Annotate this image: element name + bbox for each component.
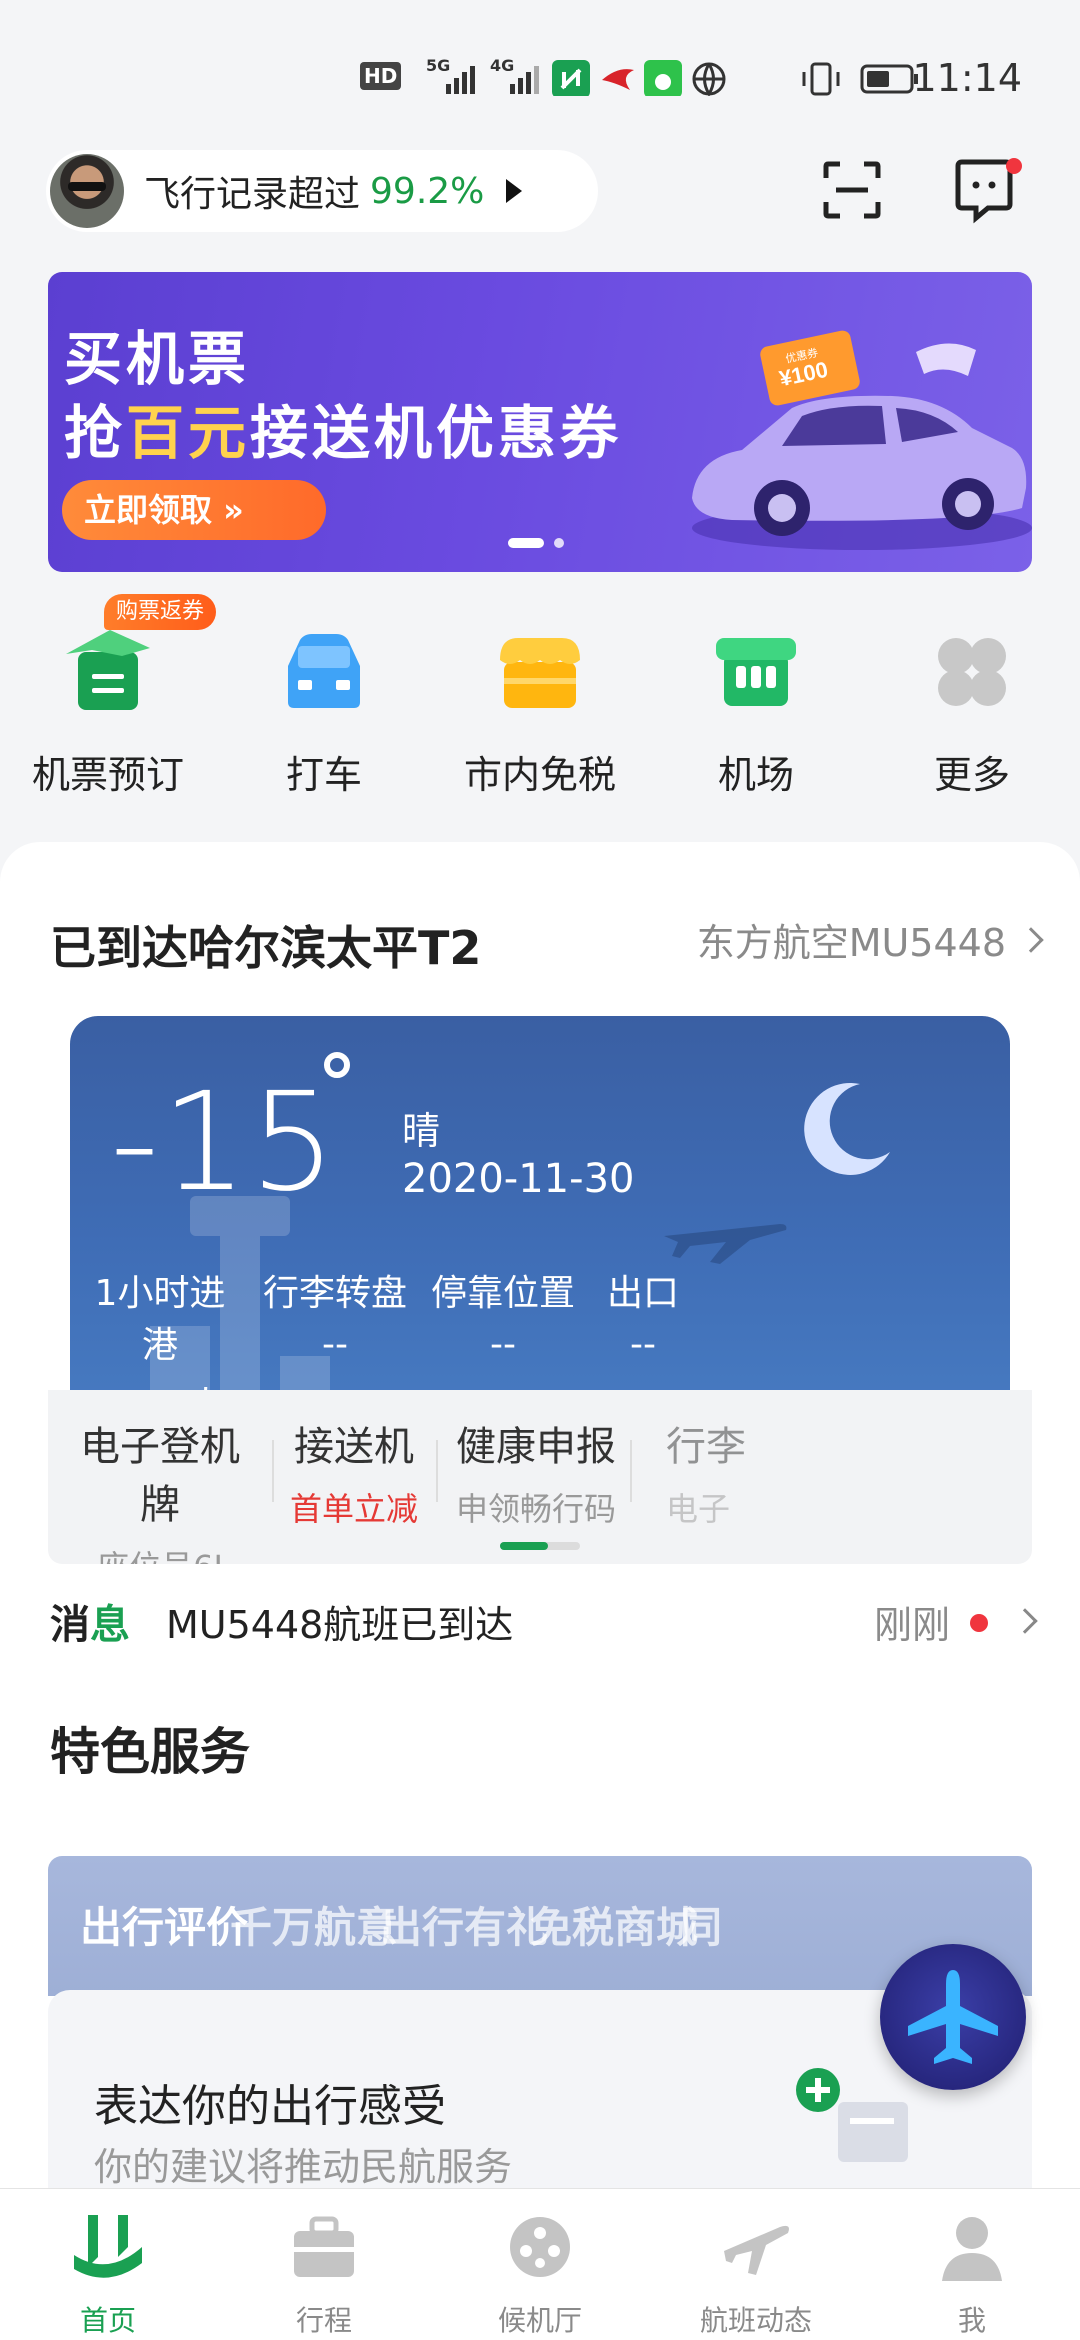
flight-record-pill[interactable]: 飞行记录超过 99.2%: [46, 150, 598, 232]
message-text: MU5448航班已到达: [166, 1603, 514, 1647]
quick-item-airport[interactable]: 机场: [656, 596, 856, 797]
unread-dot: [970, 1614, 988, 1632]
quick-item-taxi[interactable]: 打车: [224, 596, 424, 797]
globe-icon: [692, 62, 726, 96]
app-notify-icon: [552, 60, 590, 96]
wechat-notify-icon: [644, 60, 682, 96]
nav-itinerary[interactable]: 行程: [216, 2189, 432, 2340]
quick-item-duty-free[interactable]: 市内免税: [440, 596, 640, 797]
service-health-declaration[interactable]: 健康申报 申领畅行码: [444, 1414, 628, 1530]
person-icon: [942, 2217, 1002, 2281]
feature-card-subtitle: 你的建议将推动民航服务: [94, 2145, 513, 2189]
message-time: 刚刚: [873, 1603, 950, 1647]
service-baggage[interactable]: 行李 电子: [666, 1414, 776, 1530]
moon-icon: [804, 1082, 890, 1175]
stat-gate-position: 停靠位置 --: [430, 1273, 575, 1365]
tab-more[interactable]: 同: [680, 1894, 722, 1955]
plane-icon: [908, 1970, 998, 2064]
clock: 11:14: [912, 56, 1022, 100]
battery-icon: [860, 64, 918, 94]
nav-lounge[interactable]: 候机厅: [432, 2189, 648, 2340]
car-illustration-icon: ¥100 优惠券: [692, 330, 1032, 550]
car-icon: [288, 634, 360, 708]
more-grid-icon: [938, 638, 1006, 706]
quick-label: 机票预订: [31, 753, 184, 797]
stat-exit: 出口 --: [606, 1273, 679, 1365]
nav-flight-status[interactable]: 航班动态: [648, 2189, 864, 2340]
weather-condition: 晴: [402, 1109, 441, 1153]
chevron-right-icon: [1018, 926, 1044, 953]
status-bar: HD 5G 4G 11:14: [0, 0, 1080, 150]
arrival-title: 已到达哈尔滨太平T2: [50, 921, 482, 975]
promo-banner[interactable]: 买机票 抢百元接送机优惠券 立即领取 » ¥100 优惠券: [48, 272, 1032, 572]
floating-plane-button[interactable]: [880, 1944, 1026, 2090]
banner-pager: [508, 538, 564, 548]
signal-bars-icon: [446, 66, 475, 94]
luggage-icon: [294, 2216, 354, 2277]
quick-label: 更多: [933, 753, 1010, 797]
plane-silhouette-icon: [664, 1224, 787, 1264]
vibrate-icon: [802, 62, 840, 96]
message-label: 消息: [50, 1602, 130, 1648]
stat-baggage-carousel: 行李转盘 --: [262, 1273, 407, 1365]
featured-services-title: 特色服务: [50, 1723, 250, 1781]
scroll-indicator: [500, 1542, 580, 1550]
quick-item-more[interactable]: 更多: [872, 596, 1072, 797]
quick-label: 市内免税: [463, 753, 616, 797]
hd-icon: HD: [360, 62, 402, 90]
plane-icon: [724, 2225, 789, 2275]
banner-headline: 买机票: [64, 325, 251, 393]
airport-icon: [716, 638, 796, 706]
promo-badge: 购票返券: [104, 594, 217, 630]
claim-button[interactable]: 立即领取 »: [62, 480, 326, 540]
chevron-right-icon: [1012, 1608, 1038, 1634]
flight-info-link[interactable]: 东方航空MU5448: [697, 912, 1044, 967]
quick-label: 机场: [717, 753, 794, 797]
service-pickup[interactable]: 接送机 首单立减: [280, 1414, 428, 1530]
feature-card-title: 表达你的出行感受: [94, 2081, 446, 2132]
home-logo-icon: [74, 2215, 142, 2278]
play-arrow-icon: [506, 179, 523, 203]
banner-subheadline: 抢百元接送机优惠券: [64, 399, 623, 467]
flight-record-percent: 99.2%: [370, 170, 485, 212]
tab-duty-free-mall[interactable]: 免税商城: [530, 1894, 698, 1955]
signal-bars-2-icon: [510, 66, 539, 94]
weather-card[interactable]: -15 晴 2020-11-30 1小时进港2626人 行李转盘-- 停靠位置-…: [70, 1016, 1010, 1396]
store-icon: [500, 638, 580, 708]
plane-ticket-icon: [66, 630, 150, 710]
airline-notify-icon: [602, 69, 634, 90]
temperature: -15: [110, 1064, 339, 1222]
quick-menu: 购票返券 机票预订 打车 市内免税 机场 更多: [0, 594, 1080, 797]
film-reel-icon: [510, 2217, 570, 2277]
weather-date: 2020-11-30: [402, 1156, 635, 1202]
tab-travel-review[interactable]: 出行评价: [80, 1894, 248, 1955]
flight-record-text: 飞行记录超过: [144, 174, 361, 215]
flight-message-row[interactable]: 消息 MU5448航班已到达 刚刚: [0, 1586, 1080, 1656]
scan-icon[interactable]: [822, 160, 882, 220]
tab-insurance[interactable]: 千万航意: [230, 1894, 398, 1955]
arrival-services: 电子登机牌座位号6J 接送机首单立减 健康申报申领畅行码 行李电子: [48, 1390, 1032, 1564]
bottom-nav: 首页 行程 候机厅 航班动态 我: [0, 2188, 1080, 2340]
nav-home[interactable]: 首页: [0, 2189, 216, 2340]
nav-me[interactable]: 我: [864, 2189, 1080, 2340]
message-icon[interactable]: [952, 156, 1024, 224]
degree-icon: [324, 1052, 350, 1078]
unread-dot: [1006, 158, 1022, 174]
avatar[interactable]: [50, 154, 124, 228]
quick-label: 打车: [285, 753, 362, 797]
quick-item-flight-booking[interactable]: 购票返券 机票预订: [8, 594, 217, 797]
service-boarding-pass[interactable]: 电子登机牌座位号6J: [68, 1414, 252, 1564]
stat-arrivals: 1小时进港2626人: [94, 1273, 226, 1396]
tab-travel-gifts[interactable]: 出行有礼: [380, 1894, 548, 1955]
